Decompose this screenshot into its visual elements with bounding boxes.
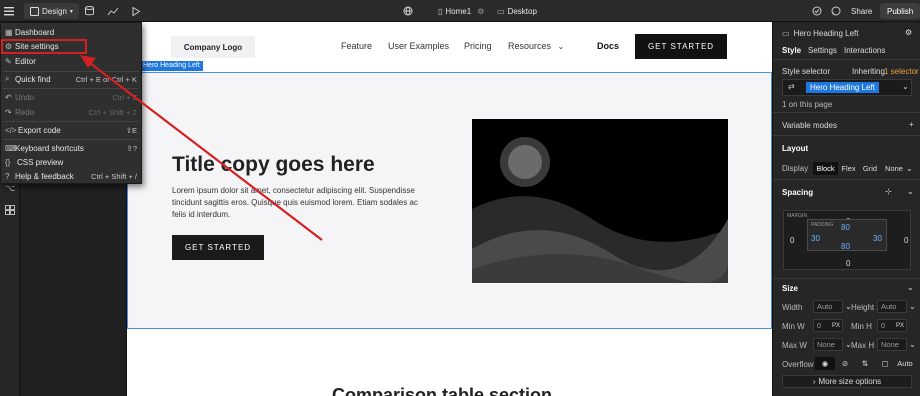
margin-left-value[interactable]: 0	[790, 236, 794, 245]
spacing-section-title[interactable]: Spacing	[782, 188, 813, 197]
height-value: Auto	[881, 302, 897, 311]
width-label: Width	[782, 303, 803, 312]
on-page-count: 1 on this page	[782, 100, 833, 109]
max-width-input[interactable]: None	[813, 338, 843, 351]
element-settings-icon[interactable]: ⚙	[905, 28, 912, 37]
padding-label: PADDING	[811, 222, 834, 228]
panel-divider	[773, 179, 920, 180]
selector-state-icon[interactable]: ⇄	[788, 82, 795, 91]
height-label: Height	[851, 303, 875, 312]
display-label: Display	[782, 164, 809, 173]
style-selector-label: Style selector	[782, 67, 831, 76]
chevron-down-icon[interactable]: ⌄	[909, 340, 916, 349]
panel-divider	[773, 59, 920, 60]
more-size-options-label: More size options	[818, 377, 882, 386]
spacing-target-icon[interactable]: ⊹	[885, 187, 892, 196]
chevron-down-icon[interactable]: ⌄	[909, 302, 916, 311]
overflow-clip-icon[interactable]: ▢	[876, 357, 894, 370]
chevron-down-icon[interactable]: ⌄	[907, 187, 914, 196]
variable-modes-label: Variable modes	[782, 121, 837, 130]
padding-top-value[interactable]: 80	[841, 223, 850, 232]
tab-interactions[interactable]: Interactions	[844, 46, 885, 55]
max-width-value: None	[817, 340, 835, 349]
max-height-value: None	[881, 340, 899, 349]
tab-style[interactable]: Style	[782, 46, 801, 55]
max-width-label: Max W	[782, 341, 807, 350]
overflow-visible-icon[interactable]: ◉	[815, 357, 835, 370]
style-panel: ▭ Hero Heading Left ⚙ Style Settings Int…	[772, 22, 920, 396]
display-block-option[interactable]: Block	[813, 162, 838, 175]
inheriting-label: Inheriting	[852, 67, 885, 76]
overflow-label: Overflow	[782, 360, 814, 369]
more-size-options-button[interactable]: › More size options	[782, 375, 912, 388]
min-width-label: Min W	[782, 322, 805, 331]
padding-right-value[interactable]: 30	[873, 234, 882, 243]
padding-bottom-value[interactable]: 80	[841, 242, 850, 251]
size-section-title[interactable]: Size	[782, 284, 798, 293]
display-flex-option[interactable]: Flex	[838, 162, 859, 175]
element-box-icon: ▭	[782, 29, 790, 38]
min-width-unit[interactable]: PX	[832, 323, 840, 329]
min-width-input[interactable]: 0 PX	[813, 319, 843, 332]
chevron-down-icon[interactable]: ⌄	[906, 164, 913, 173]
min-height-input[interactable]: 0 PX	[877, 319, 907, 332]
panel-divider	[773, 112, 920, 113]
selector-chip[interactable]: Hero Heading Left	[806, 82, 879, 93]
tab-settings[interactable]: Settings	[808, 46, 837, 55]
panel-divider	[773, 135, 920, 136]
margin-right-value[interactable]: 0	[904, 236, 908, 245]
plus-icon[interactable]: +	[909, 120, 914, 129]
inheriting-count[interactable]: 1 selector	[884, 67, 919, 76]
overflow-hidden-icon[interactable]: ⊘	[836, 357, 854, 370]
max-height-input[interactable]: None	[877, 338, 907, 351]
min-height-unit[interactable]: PX	[896, 323, 904, 329]
layout-section-title[interactable]: Layout	[782, 144, 808, 153]
padding-left-value[interactable]: 30	[811, 234, 820, 243]
margin-label: MARGIN	[787, 213, 807, 219]
min-width-value: 0	[817, 321, 822, 330]
chevron-down-icon[interactable]: ⌄	[902, 82, 909, 91]
margin-bottom-value[interactable]: 0	[846, 259, 850, 268]
display-none-option[interactable]: None	[883, 162, 905, 175]
chevron-right-icon: ›	[812, 377, 816, 386]
min-height-label: Min H	[851, 322, 872, 331]
width-input[interactable]: Auto	[813, 300, 843, 313]
panel-divider	[773, 278, 920, 279]
height-input[interactable]: Auto	[877, 300, 907, 313]
display-grid-option[interactable]: Grid	[859, 162, 881, 175]
overflow-auto-option[interactable]: Auto	[895, 357, 915, 370]
max-height-label: Max H	[851, 341, 875, 350]
overflow-scroll-icon[interactable]: ⇅	[856, 357, 874, 370]
width-value: Auto	[817, 302, 833, 311]
selected-element-name: Hero Heading Left	[793, 29, 859, 38]
padding-box[interactable]: PADDING 80 30 80 30	[807, 219, 887, 251]
selector-field[interactable]: ⇄ Hero Heading Left ⌄	[782, 79, 912, 96]
chevron-down-icon[interactable]: ⌄	[907, 283, 914, 292]
min-height-value: 0	[881, 321, 886, 330]
